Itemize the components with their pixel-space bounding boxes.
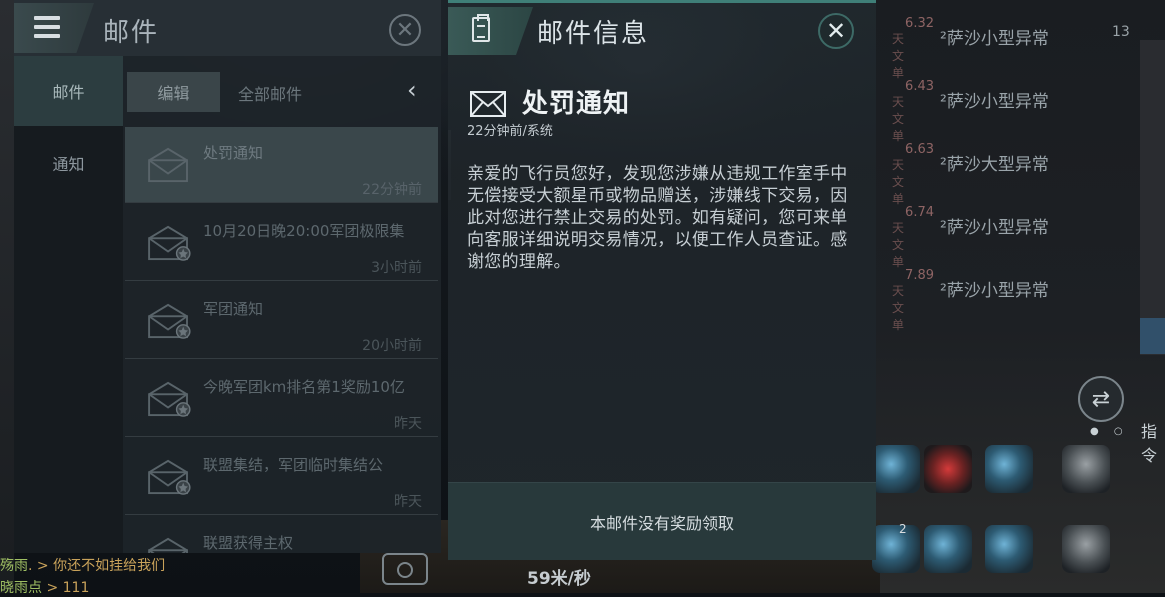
overview-unit: 天文单 [892, 32, 905, 80]
mail-list-item[interactable]: 联盟集结，军团临时集结公昨天 [125, 439, 438, 515]
close-icon[interactable]: ✕ [818, 13, 854, 49]
speed-readout: 59米/秒 [527, 569, 591, 589]
mail-info-panel: 邮件信息 ✕ 处罚通知 22分钟前/系统 亲爱的飞行员您好，发现您涉嫌从违规工作… [448, 0, 876, 560]
chat-line: 晓雨点 > 111 [0, 577, 89, 597]
mail-item-time: 3小时前 [371, 260, 422, 276]
info-panel-title: 邮件信息 [537, 19, 650, 49]
info-tab [448, 7, 533, 55]
module-slot[interactable] [985, 445, 1033, 493]
left-edge-hud [0, 0, 14, 593]
overview-name: ²萨沙小型异常 [940, 281, 1049, 301]
mail-item-time: 昨天 [394, 494, 422, 510]
mail-list-item[interactable]: 处罚通知 22分钟前 [125, 127, 438, 203]
overview-name: ²萨沙小型异常 [940, 218, 1049, 238]
mail-item-time: 22分钟前 [362, 182, 422, 198]
mail-envelope-icon [148, 303, 191, 339]
module-slot[interactable] [985, 525, 1033, 573]
mail-subject: 处罚通知 [522, 89, 631, 119]
mail-envelope-icon [148, 537, 188, 553]
overview-unit: 天文单 [892, 158, 905, 206]
overview-name: ²萨沙小型异常 [940, 29, 1049, 49]
module-slot[interactable] [924, 445, 972, 493]
mail-list-item[interactable]: 今晚军团km排名第1奖励10亿昨天 [125, 361, 438, 437]
module-slot[interactable] [1062, 445, 1110, 493]
mail-panel: 邮件 ✕ 邮件 通知 编辑 全部邮件 ‹ 处罚通知 22分钟前 10月20日晚20:… [14, 0, 451, 553]
module-slot[interactable] [872, 445, 920, 493]
mail-list-item[interactable]: 10月20日晚20:00军团极限集 3小时前 [125, 205, 438, 281]
mail-meta: 22分钟前/系统 [467, 124, 553, 139]
mail-item-time: 20小时前 [362, 338, 422, 354]
mail-item-title: 军团通知 [203, 300, 264, 318]
mail-header: 邮件 ✕ [14, 0, 441, 56]
chat-text: > 111 [42, 580, 90, 596]
swap-icon[interactable]: ⇄ [1078, 376, 1124, 422]
module-slot[interactable] [1062, 525, 1110, 573]
overview-name: ²萨沙小型异常 [940, 92, 1049, 112]
all-mail-filter[interactable]: 全部邮件 [238, 81, 302, 105]
module-badge: 2 [899, 522, 907, 536]
right-edge-strip [1140, 40, 1165, 355]
mail-list-item[interactable]: 军团通知 20小时前 [125, 283, 438, 359]
clipboard-icon [472, 14, 490, 42]
envelope-icon [470, 91, 506, 117]
mail-envelope-icon [148, 459, 191, 495]
right-edge-strip-blue [1140, 318, 1165, 354]
mail-sidebar: 邮件 通知 [14, 56, 123, 553]
mail-list-item[interactable]: 联盟获得主权 [125, 517, 438, 553]
camera-icon[interactable] [382, 553, 428, 585]
close-icon[interactable]: ✕ [389, 14, 421, 46]
reward-status: 本邮件没有奖励领取 [448, 482, 876, 560]
mail-item-title: 今晚军团km排名第1奖励10亿 [203, 378, 405, 396]
mail-item-title: 联盟获得主权 [203, 534, 294, 552]
overview-distance: 6.43 [905, 79, 934, 94]
mail-item-title: 联盟集结，军团临时集结公 [203, 456, 384, 474]
command-label[interactable]: 指令 [1141, 418, 1165, 466]
mail-toolbar: 编辑 全部邮件 ‹ [127, 72, 437, 112]
overview-name: ²萨沙大型异常 [940, 155, 1049, 175]
mail-item-title: 处罚通知 [203, 144, 264, 162]
mail-envelope-icon [148, 225, 191, 261]
mail-panel-title: 邮件 [103, 18, 160, 48]
tab-notice[interactable]: 通知 [14, 128, 123, 198]
top-right-badge: 13 [1112, 24, 1130, 40]
menu-icon[interactable] [34, 16, 60, 38]
overview-distance: 6.32 [905, 16, 934, 31]
edit-button[interactable]: 编辑 [127, 72, 220, 112]
overview-unit: 天文单 [892, 284, 905, 332]
chat-sender: 晓雨点 [0, 580, 42, 596]
mail-list: 处罚通知 22分钟前 10月20日晚20:00军团极限集 3小时前军团通知 20小时前今… [125, 127, 438, 553]
collapse-icon[interactable]: ‹ [407, 76, 417, 104]
overview-distance: 7.89 [905, 268, 934, 283]
overview-unit: 天文单 [892, 95, 905, 143]
module-slot[interactable] [924, 525, 972, 573]
mail-item-time: 昨天 [394, 416, 422, 432]
overview-distance: 6.63 [905, 142, 934, 157]
mail-envelope-icon [148, 381, 191, 417]
overview-distance: 6.74 [905, 205, 934, 220]
mail-item-title: 10月20日晚20:00军团极限集 [203, 222, 405, 240]
tab-mail[interactable]: 邮件 [14, 56, 123, 126]
module-slot[interactable] [872, 525, 920, 573]
overview-unit: 天文单 [892, 221, 905, 269]
chat-sender: 殇雨 [0, 558, 28, 574]
chat-text: . > 你还不如挂给我们 [28, 558, 166, 574]
mail-envelope-icon [148, 147, 188, 183]
chat-line: 殇雨. > 你还不如挂给我们 [0, 555, 165, 575]
mail-body: 亲爱的飞行员您好，发现您涉嫌从违规工作室手中无偿接受大额星币或物品赠送，涉嫌线下… [467, 164, 848, 272]
page-dots: ● ○ [1090, 426, 1129, 437]
